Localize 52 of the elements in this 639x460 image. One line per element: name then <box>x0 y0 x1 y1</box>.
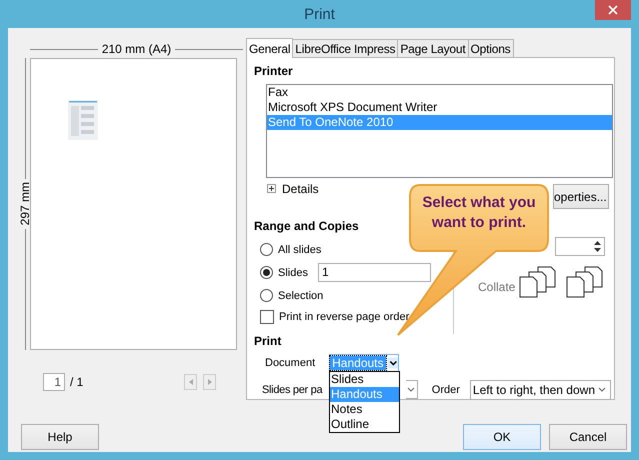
details-label[interactable]: Details <box>282 182 319 196</box>
page-number-field[interactable]: 1 <box>43 373 65 391</box>
dropdown-option[interactable]: Outline <box>330 417 399 432</box>
close-icon <box>608 5 618 15</box>
cancel-button[interactable]: Cancel <box>549 424 627 450</box>
dropdown-option[interactable]: Notes <box>330 402 399 417</box>
order-dropdown[interactable]: Left to right, then down <box>470 380 611 400</box>
close-button[interactable] <box>595 0 631 20</box>
radio-label: Slides <box>278 266 308 278</box>
tab[interactable]: General <box>246 38 294 58</box>
radio-label: Selection <box>278 290 324 302</box>
uncollated-pages-icon <box>565 266 605 298</box>
caret-icon <box>406 384 416 394</box>
printer-list[interactable]: Fax Microsoft XPS Document Writer Send To OneNote 2010 <box>266 84 613 178</box>
caret-icon <box>597 384 607 394</box>
printer-item[interactable]: Fax <box>267 85 612 100</box>
document-label: Document <box>265 356 316 368</box>
slides-field[interactable]: 1 <box>318 263 431 282</box>
ok-button[interactable]: OK <box>463 424 541 450</box>
collated-pages-icon <box>518 266 558 298</box>
dropdown-option[interactable]: Slides <box>330 372 399 387</box>
checkbox[interactable] <box>260 310 274 324</box>
left-arrow-icon <box>188 379 192 385</box>
section-heading: Print <box>254 334 282 349</box>
window-title: Print <box>304 6 335 22</box>
help-button[interactable]: Help <box>21 424 99 450</box>
section-heading: Range and Copies <box>254 219 359 234</box>
radio-button[interactable] <box>260 266 273 279</box>
slides-per-page-dropdown[interactable] <box>406 380 418 399</box>
page-width-label: 210 mm (A4) <box>100 42 172 56</box>
section-heading: Printer <box>254 64 293 79</box>
order-label: Order <box>432 384 460 396</box>
page-thumbnail-drawing <box>68 100 98 140</box>
spin-arrows-icon <box>593 240 602 253</box>
right-arrow-icon <box>208 379 212 385</box>
caret-icon <box>388 356 398 370</box>
properties-button[interactable]: operties... <box>553 184 609 209</box>
tab[interactable]: Options <box>468 39 514 57</box>
tab[interactable]: Page Layout <box>397 39 469 57</box>
collate-label: Collate <box>478 280 516 294</box>
copies-spinner[interactable] <box>555 237 605 256</box>
radio-label: All slides <box>278 244 322 256</box>
radio-button[interactable] <box>260 289 273 302</box>
expand-icon[interactable] <box>267 184 276 193</box>
checkbox-label: Print in reverse page order <box>279 311 410 323</box>
callout-text: Select what you want to print. <box>421 193 537 233</box>
radio-button[interactable] <box>260 243 273 256</box>
slides-per-page-label: Slides per pa <box>262 384 322 396</box>
page-count: / 1 <box>70 375 84 389</box>
printer-item[interactable]: Microsoft XPS Document Writer <box>267 100 612 115</box>
tab[interactable]: LibreOffice Impress <box>292 39 398 57</box>
page-height-label: 297 mm <box>19 181 31 228</box>
